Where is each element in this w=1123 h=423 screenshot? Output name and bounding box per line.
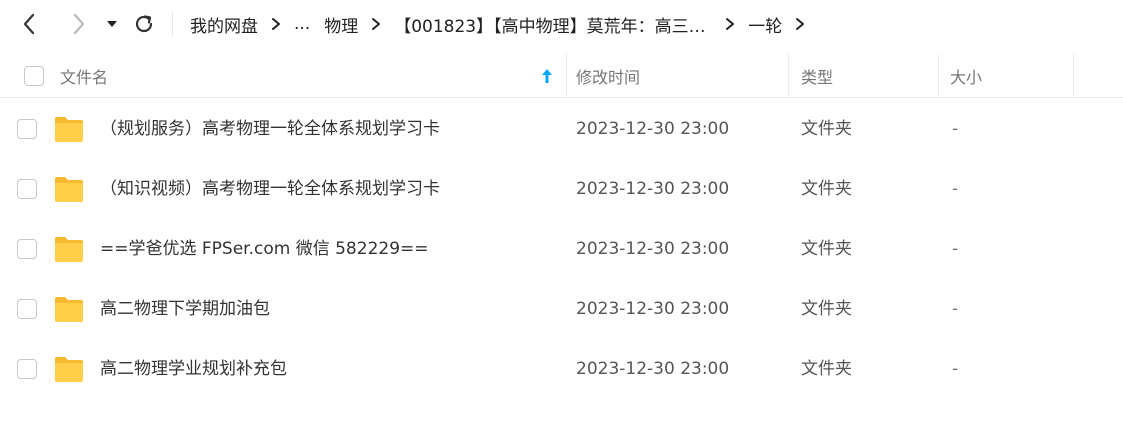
column-divider xyxy=(566,54,567,98)
row-checkbox[interactable] xyxy=(17,299,37,319)
table-row[interactable]: ==学爸优选 FPSer.com 微信 582229== 2023-12-30 … xyxy=(0,219,1123,279)
chevron-right-icon xyxy=(794,17,806,31)
file-list: （规划服务）高考物理一轮全体系规划学习卡 2023-12-30 23:00 文件… xyxy=(0,99,1123,399)
column-divider xyxy=(1073,54,1074,98)
modified-time: 2023-12-30 23:00 xyxy=(576,299,730,319)
file-type: 文件夹 xyxy=(801,299,852,319)
refresh-icon xyxy=(135,15,153,33)
file-type: 文件夹 xyxy=(801,119,852,139)
select-all-checkbox[interactable] xyxy=(24,66,44,86)
file-name[interactable]: （规划服务）高考物理一轮全体系规划学习卡 xyxy=(100,99,440,159)
breadcrumb-item-root[interactable]: 我的网盘 xyxy=(190,12,258,37)
file-name[interactable]: 高二物理下学期加油包 xyxy=(100,279,270,339)
modified-time: 2023-12-30 23:00 xyxy=(576,359,730,379)
file-size: - xyxy=(952,359,959,379)
table-row[interactable]: （规划服务）高考物理一轮全体系规划学习卡 2023-12-30 23:00 文件… xyxy=(0,99,1123,159)
file-size: - xyxy=(952,119,959,139)
column-header-type-label: 类型 xyxy=(801,68,834,87)
table-row[interactable]: 高二物理下学期加油包 2023-12-30 23:00 文件夹 - xyxy=(0,279,1123,339)
folder-icon xyxy=(55,297,83,322)
column-header-type[interactable]: 类型 xyxy=(801,54,833,98)
breadcrumb-item-course[interactable]: 【001823】【高中物理】莫荒年：高三物理系统复习一二三轮（有道精品... xyxy=(394,12,712,37)
modified-time: 2023-12-30 23:00 xyxy=(576,179,730,199)
folder-icon xyxy=(55,117,83,142)
row-checkbox[interactable] xyxy=(17,359,37,379)
nav-divider xyxy=(172,12,173,36)
caret-down-icon xyxy=(107,21,117,27)
column-header-size-label: 大小 xyxy=(950,68,983,87)
file-type: 文件夹 xyxy=(801,179,852,199)
row-checkbox[interactable] xyxy=(17,119,37,139)
breadcrumb: 我的网盘 ... 物理 【001823】【高中物理】莫荒年：高三物理系统复习一二… xyxy=(190,0,818,48)
forward-button[interactable] xyxy=(66,12,90,36)
column-header-name-label: 文件名 xyxy=(60,68,109,87)
history-dropdown-button[interactable] xyxy=(100,12,124,36)
refresh-button[interactable] xyxy=(132,12,156,36)
chevron-right-icon xyxy=(73,13,85,35)
file-type: 文件夹 xyxy=(801,239,852,259)
chevron-right-icon xyxy=(370,17,382,31)
column-header-name[interactable]: 文件名 xyxy=(60,54,565,98)
column-header-size[interactable]: 大小 xyxy=(950,54,982,98)
table-header: 文件名 修改时间 类型 大小 xyxy=(0,54,1123,98)
chevron-right-icon xyxy=(270,17,282,31)
folder-icon xyxy=(55,237,83,262)
row-checkbox[interactable] xyxy=(17,179,37,199)
file-name[interactable]: ==学爸优选 FPSer.com 微信 582229== xyxy=(100,219,429,279)
file-name[interactable]: 高二物理学业规划补充包 xyxy=(100,339,287,399)
table-row[interactable]: （知识视频）高考物理一轮全体系规划学习卡 2023-12-30 23:00 文件… xyxy=(0,159,1123,219)
folder-icon xyxy=(55,357,83,382)
column-divider xyxy=(938,54,939,98)
chevron-left-icon xyxy=(23,13,35,35)
chevron-right-icon xyxy=(724,17,736,31)
column-divider xyxy=(788,54,789,98)
row-checkbox[interactable] xyxy=(17,239,37,259)
file-type: 文件夹 xyxy=(801,359,852,379)
column-header-modified-label: 修改时间 xyxy=(576,68,641,87)
folder-icon xyxy=(55,177,83,202)
back-button[interactable] xyxy=(18,12,42,36)
modified-time: 2023-12-30 23:00 xyxy=(576,119,730,139)
file-name[interactable]: （知识视频）高考物理一轮全体系规划学习卡 xyxy=(100,159,440,219)
table-row[interactable]: 高二物理学业规划补充包 2023-12-30 23:00 文件夹 - xyxy=(0,339,1123,399)
breadcrumb-item-current[interactable]: 一轮 xyxy=(748,12,782,37)
arrow-up-icon[interactable] xyxy=(541,68,553,88)
column-header-modified[interactable]: 修改时间 xyxy=(576,54,640,98)
file-size: - xyxy=(952,179,959,199)
file-size: - xyxy=(952,239,959,259)
file-size: - xyxy=(952,299,959,319)
breadcrumb-item-physics[interactable]: 物理 xyxy=(324,12,358,37)
modified-time: 2023-12-30 23:00 xyxy=(576,239,730,259)
top-navigation-bar: 我的网盘 ... 物理 【001823】【高中物理】莫荒年：高三物理系统复习一二… xyxy=(0,0,1123,48)
breadcrumb-item-ellipsis[interactable]: ... xyxy=(294,14,310,34)
